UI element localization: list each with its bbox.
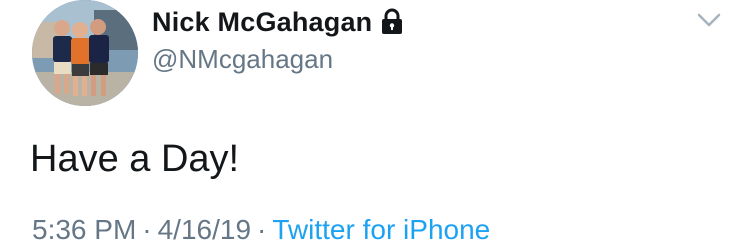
source-link[interactable]: Twitter for iPhone [272, 214, 490, 245]
display-name[interactable]: Nick McGahagan [152, 7, 372, 38]
avatar[interactable] [32, 0, 138, 106]
tweet-meta: 5:36 PM · 4/16/19 · Twitter for iPhone [32, 213, 490, 247]
meta-separator: · [257, 214, 267, 245]
tweet-text: Have a Day! [30, 138, 240, 180]
tweet-date[interactable]: 4/16/19 [158, 214, 251, 245]
lock-icon [380, 8, 404, 36]
author-name-row: Nick McGahagan [152, 4, 404, 40]
tweet-card: Nick McGahagan @NMcgahagan Have a Day! 5… [0, 0, 749, 249]
chevron-down-icon[interactable] [696, 8, 722, 30]
avatar-photo [32, 0, 138, 106]
tweet-time[interactable]: 5:36 PM [32, 214, 136, 245]
user-handle[interactable]: @NMcgahagan [152, 44, 333, 75]
meta-separator: · [142, 214, 152, 245]
